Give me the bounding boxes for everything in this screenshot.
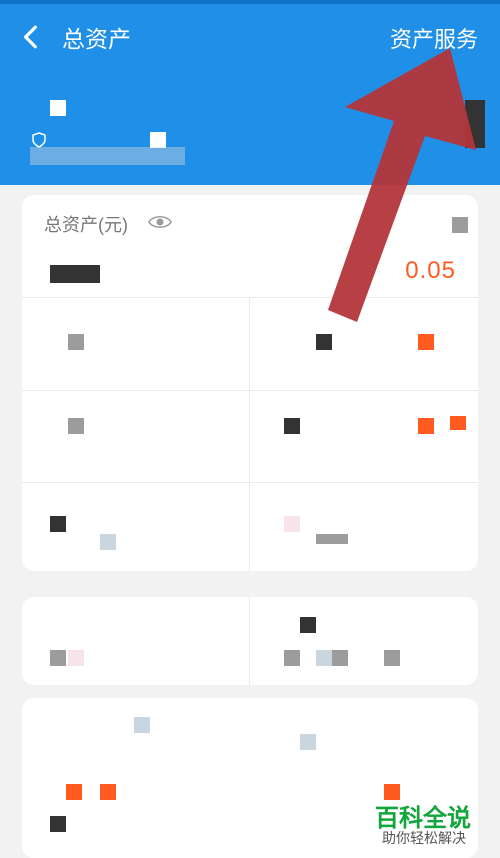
card-divider xyxy=(22,482,478,483)
masked-detail-title xyxy=(300,734,316,750)
masked-asset-label xyxy=(68,418,84,434)
masked-asset-value xyxy=(284,418,300,434)
masked-product-value xyxy=(316,650,332,666)
masked-account-fragment xyxy=(150,132,166,148)
shield-icon xyxy=(32,132,46,148)
page-title: 总资产 xyxy=(62,26,131,52)
masked-asset-change xyxy=(418,334,434,350)
back-chevron-icon[interactable] xyxy=(18,24,44,50)
wealth-summary-card xyxy=(22,597,478,685)
card-divider-vertical xyxy=(249,297,250,571)
masked-detail-change xyxy=(66,784,82,800)
arrow-annotation-icon xyxy=(328,48,476,322)
watermark-logo: 百科全说 助你轻松解决 xyxy=(375,798,487,854)
masked-asset-value xyxy=(316,334,332,350)
status-line xyxy=(0,0,500,4)
eye-icon[interactable] xyxy=(148,213,172,231)
masked-asset-label xyxy=(284,516,300,532)
masked-asset-change xyxy=(450,416,466,430)
masked-detail-change xyxy=(100,784,116,800)
masked-product-value xyxy=(384,650,400,666)
masked-product-value xyxy=(68,650,84,666)
masked-product-label xyxy=(300,617,316,633)
masked-asset-label xyxy=(50,516,66,532)
masked-product-value xyxy=(284,650,300,666)
masked-product-value xyxy=(50,650,66,666)
masked-asset-label xyxy=(68,334,84,350)
masked-total-amount xyxy=(50,265,100,283)
card-divider-vertical xyxy=(249,597,250,685)
masked-detail-title xyxy=(134,717,150,733)
total-assets-label: 总资产(元) xyxy=(44,215,128,235)
masked-account-line xyxy=(30,147,185,165)
masked-name-fragment xyxy=(50,100,66,116)
masked-asset-value xyxy=(316,534,348,544)
masked-product-value xyxy=(332,650,348,666)
card-divider xyxy=(22,390,478,391)
masked-detail-value xyxy=(50,816,66,832)
masked-asset-value xyxy=(100,534,116,550)
watermark-subtitle: 助你轻松解决 xyxy=(382,830,466,846)
masked-asset-change xyxy=(418,418,434,434)
